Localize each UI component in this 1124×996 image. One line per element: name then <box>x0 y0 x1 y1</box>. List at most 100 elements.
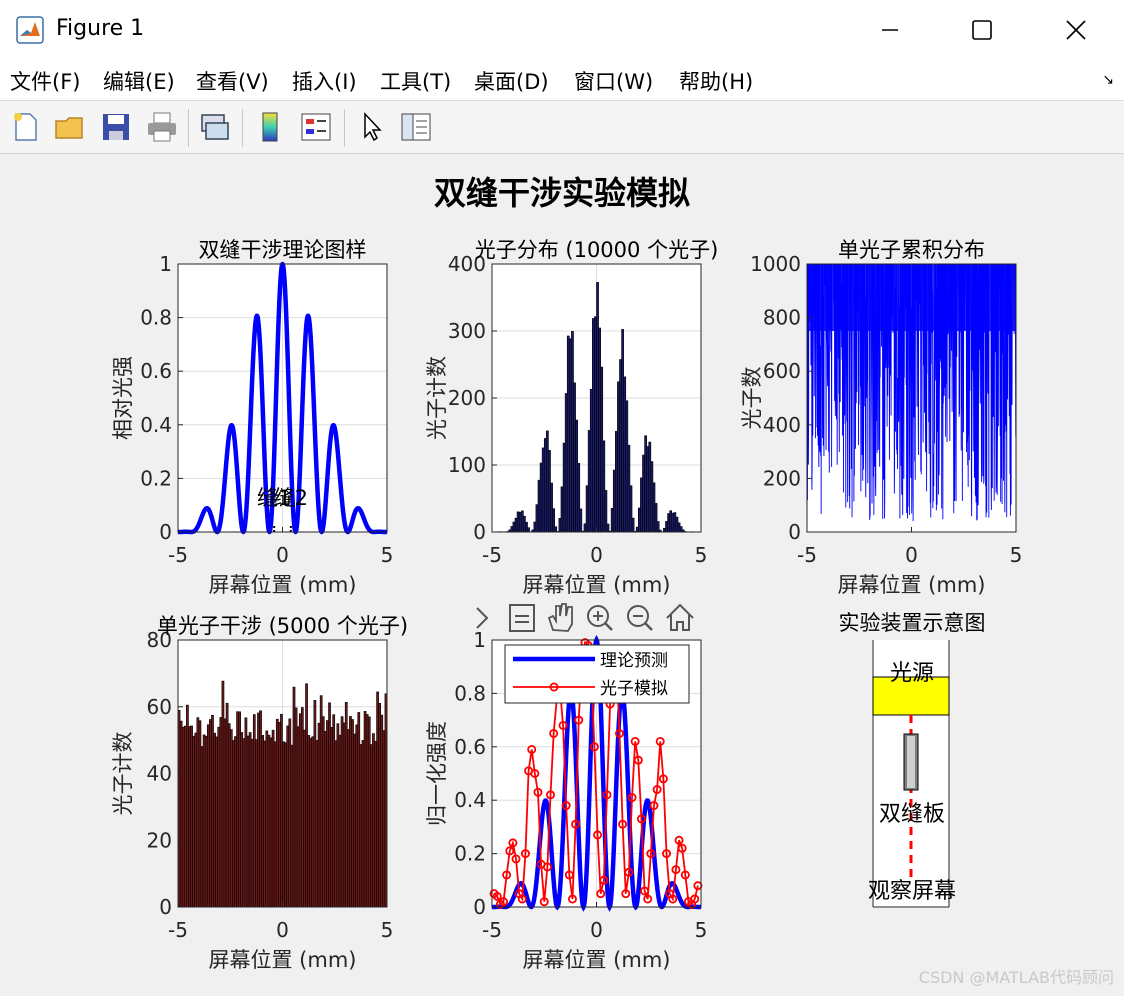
photon-hist-xtick-label: 0 <box>590 543 603 567</box>
accumulation-xtick-label: 0 <box>905 543 918 567</box>
single-photon-ytick-label: 60 <box>147 695 172 719</box>
photon-hist-bar <box>539 462 543 533</box>
zoom-out-icon[interactable] <box>627 605 653 631</box>
chevron-right-icon[interactable] <box>476 607 489 629</box>
menu-bar: 文件(F) 编辑(E) 查看(V) 插入(I) 工具(T) 桌面(D) 窗口(W… <box>0 60 1124 100</box>
single-photon-axes: -5 0 5020406080单光子干涉 (5000 个光子)屏幕位置 (mm)光子… <box>111 614 408 972</box>
theory-xtick-label: -5 <box>168 543 188 567</box>
menu-desktop[interactable]: 桌面(D) <box>474 66 549 96</box>
single-photon-bar <box>234 736 237 908</box>
single-photon-bar <box>376 691 379 908</box>
save-icon[interactable] <box>98 109 134 145</box>
single-photon-bar <box>246 735 250 908</box>
photon-hist-bar <box>589 389 593 533</box>
single-photon-bar <box>238 711 242 908</box>
title-bar[interactable]: Figure 1 <box>0 0 1124 60</box>
comparison-ytick-label: 0.4 <box>454 788 486 812</box>
single-photon-bar <box>179 720 183 908</box>
single-photon-bar <box>319 695 323 908</box>
theory-ytick-label: 0.2 <box>140 466 172 490</box>
photon-hist-bar <box>520 510 524 533</box>
menu-tools[interactable]: 工具(T) <box>380 66 451 96</box>
single-photon-bar <box>275 718 279 908</box>
menu-edit[interactable]: 编辑(E) <box>103 66 175 96</box>
zoom-in-icon[interactable] <box>587 605 613 631</box>
pointer-icon[interactable] <box>354 109 390 145</box>
legend-icon[interactable] <box>298 109 334 145</box>
photon-hist-title: 光子分布 (10000 个光子) <box>475 238 719 262</box>
photon-hist-bar <box>602 440 606 533</box>
photon-hist-bar <box>560 486 564 533</box>
close-button[interactable] <box>1030 0 1122 60</box>
single-photon-ylabel: 光子计数 <box>111 732 135 816</box>
single-photon-bar <box>186 704 189 908</box>
single-photon-xtick-label: 5 <box>381 918 394 942</box>
photon-hist-bar <box>606 523 610 533</box>
legend-label-sim: 光子模拟 <box>600 679 668 699</box>
theory-title: 双缝干涉理论图样 <box>199 238 367 262</box>
single-photon-bar <box>326 720 329 908</box>
home-icon[interactable] <box>666 603 694 631</box>
single-photon-bar <box>284 742 287 908</box>
photon-hist-bar <box>669 510 673 533</box>
comparison-legend: 理论预测光子模拟 <box>504 644 690 704</box>
single-photon-ytick-label: 20 <box>147 828 172 852</box>
photon-hist-bar <box>671 512 675 533</box>
single-photon-bar <box>229 729 233 908</box>
property-editor-icon[interactable] <box>398 109 434 145</box>
maximize-button[interactable] <box>936 0 1028 60</box>
photon-hist-bar <box>679 526 683 533</box>
comparison-xtick-label: -5 <box>482 918 502 942</box>
single-photon-bar <box>188 726 191 908</box>
single-photon-bar <box>190 725 193 908</box>
menu-help[interactable]: 帮助(H) <box>679 66 753 96</box>
window-title: Figure 1 <box>56 16 145 41</box>
comparison-ytick-label: 0 <box>473 895 486 919</box>
single-photon-bar <box>344 701 348 908</box>
figure-toolbar <box>0 100 1124 154</box>
theory-axes: 缝1缝2-5 0 500.20.40.60.81双缝干涉理论图样屏幕位置 (mm)相… <box>111 238 393 597</box>
single-photon-bar <box>225 702 229 908</box>
menu-insert[interactable]: 插入(I) <box>292 66 357 96</box>
dock-arrow-icon[interactable]: ↘ <box>1102 72 1114 88</box>
single-photon-bar <box>353 733 356 908</box>
accumulation-xlabel: 屏幕位置 (mm) <box>838 573 986 597</box>
single-photon-bar <box>215 736 219 908</box>
colorbar-icon[interactable] <box>252 109 288 145</box>
photon-hist-xtick-label: 5 <box>695 543 708 567</box>
photon-hist-bar <box>566 335 570 533</box>
single-photon-bar <box>374 740 377 908</box>
single-photon-bar <box>183 725 187 908</box>
photon-hist-bar <box>612 469 616 533</box>
photon-hist-bar <box>543 438 547 533</box>
single-photon-bar <box>315 740 319 908</box>
photon-hist-bar <box>621 329 624 533</box>
new-figure-icon[interactable] <box>8 109 44 145</box>
comparison-ytick-label: 0.8 <box>454 681 486 705</box>
menu-window[interactable]: 窗口(W) <box>574 66 653 96</box>
comparison-ytick-label: 0.2 <box>454 842 486 866</box>
photon-hist-bar <box>642 454 645 533</box>
single-photon-bar <box>265 730 269 908</box>
print-icon[interactable] <box>144 109 180 145</box>
single-photon-bar <box>211 714 214 908</box>
suptitle: 双缝干涉实验模拟 <box>434 174 690 212</box>
single-photon-bar <box>346 729 350 908</box>
photon-hist-bar <box>575 419 578 533</box>
photon-hist-bar <box>516 511 520 533</box>
menu-view[interactable]: 查看(V) <box>196 66 269 96</box>
single-photon-bar <box>202 734 206 908</box>
menu-file[interactable]: 文件(F) <box>10 66 80 96</box>
minimize-button[interactable] <box>844 0 936 60</box>
photon-hist-bar <box>535 504 539 533</box>
maximize-icon <box>972 20 992 40</box>
open-file-icon[interactable] <box>52 109 88 145</box>
single-photon-bar <box>367 716 371 908</box>
theory-ytick-label: 0.4 <box>140 413 172 437</box>
pan-hand-icon[interactable] <box>547 603 573 632</box>
export-icon[interactable] <box>509 604 535 632</box>
photon-hist-bar <box>525 521 528 533</box>
link-icon[interactable] <box>196 109 232 145</box>
single-photon-bar <box>236 711 239 908</box>
photon-hist-bar <box>554 526 558 533</box>
